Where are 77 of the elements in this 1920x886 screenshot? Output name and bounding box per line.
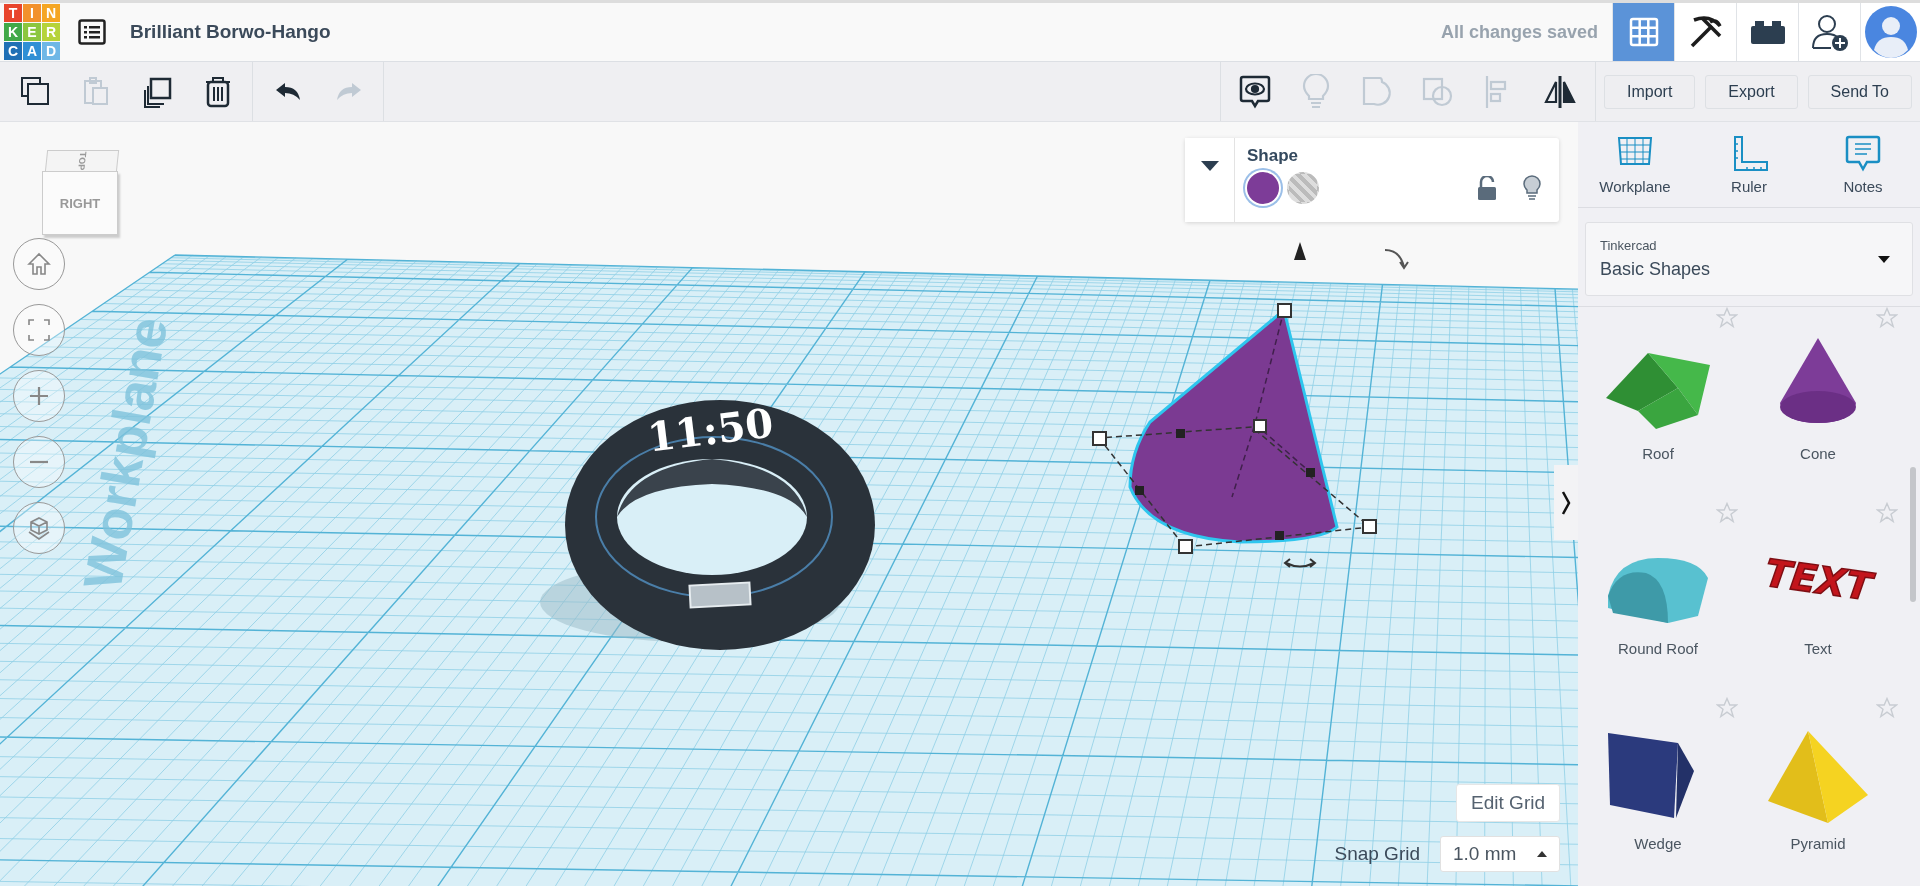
avatar-icon (1864, 6, 1917, 58)
zoom-in-button[interactable] (13, 370, 65, 422)
ring-model-drawing[interactable] (565, 400, 875, 650)
star-icon[interactable] (1716, 697, 1738, 719)
shape-label: Wedge (1634, 835, 1682, 852)
selected-cone-drawing[interactable] (1092, 303, 1377, 554)
pickaxe-button[interactable] (1674, 3, 1736, 61)
shape-label: Roof (1642, 445, 1674, 462)
hole-swatch[interactable] (1287, 172, 1319, 204)
grid-icon (1628, 17, 1659, 47)
shape-tile[interactable]: Pyramid (1738, 697, 1898, 886)
duplicate-icon (141, 75, 172, 108)
shape-tile[interactable]: Round Roof (1578, 502, 1738, 697)
fit-button[interactable] (13, 304, 65, 356)
ruler-tool-button[interactable]: Ruler (1699, 122, 1799, 207)
rotate-arrow-icon[interactable] (1284, 558, 1316, 568)
save-status: All changes saved (1440, 21, 1598, 43)
chevron-icon (1561, 489, 1571, 516)
color-swatch[interactable] (1247, 172, 1279, 204)
star-icon[interactable] (1876, 307, 1898, 329)
mirror-icon (1543, 73, 1578, 110)
fit-icon (26, 317, 52, 343)
logo[interactable]: T I N K E R C A D (4, 4, 60, 60)
rotate-arrow-icon[interactable] (1384, 249, 1409, 269)
star-icon[interactable] (1876, 697, 1898, 719)
cube-face-label: RIGHT (59, 195, 101, 211)
avatar-button[interactable] (1860, 3, 1920, 61)
list-icon[interactable] (78, 19, 106, 45)
shape-label: Round Roof (1617, 640, 1699, 657)
shape-tile[interactable]: Cone (1738, 307, 1898, 502)
panel-title: Shape (1247, 146, 1300, 166)
copy-icon (19, 75, 50, 108)
height-handle-icon[interactable] (1294, 242, 1306, 260)
caret-icon (1537, 851, 1547, 857)
notes-icon (1843, 134, 1883, 174)
add-user-button[interactable] (1798, 3, 1860, 61)
cube-face-label: TOP (76, 151, 88, 171)
home-button[interactable] (13, 238, 65, 290)
snap-grid-label: Snap Grid (1334, 843, 1420, 865)
shape-library-dropdown[interactable]: Tinkercad Basic Shapes (1585, 222, 1913, 296)
design-title[interactable]: Brilliant Borwo-Hango (130, 21, 331, 43)
star-icon[interactable] (1716, 307, 1738, 329)
grid-background[interactable] (0, 254, 1578, 886)
scrollbar[interactable] (1910, 467, 1916, 602)
collapse-button[interactable] (1185, 138, 1235, 222)
perspective-icon (26, 515, 52, 541)
snap-grid-dropdown[interactable]: 1.0 mm (1440, 836, 1560, 872)
shape-label: Text (1804, 640, 1832, 657)
text-shape-icon: TEXT (1758, 528, 1878, 628)
brick-icon (1748, 18, 1787, 46)
home-icon (26, 251, 52, 277)
bricks-button[interactable] (1736, 3, 1798, 61)
send-button[interactable]: Import (1604, 74, 1696, 109)
edit-grid-button[interactable]: Edit Grid (1456, 784, 1560, 822)
send-button[interactable]: Export (1705, 74, 1798, 109)
collapse-sidebar-button[interactable] (1554, 465, 1578, 540)
watch-face-text: 11:50 (644, 398, 776, 461)
shape-tile[interactable]: TEXT Text (1738, 502, 1898, 697)
add-user-icon (1810, 12, 1849, 52)
send-button[interactable]: Send To (1807, 74, 1912, 109)
shape-tile[interactable]: Roof (1578, 307, 1738, 502)
redo-arrow-icon (334, 80, 363, 103)
shape-label: Pyramid (1790, 835, 1846, 852)
shape-label: Cone (1800, 445, 1836, 462)
notes-tool-button[interactable]: Notes (1813, 122, 1913, 207)
workplane-tool-button[interactable]: Workplane (1585, 122, 1685, 207)
workplane-label: Workplane (71, 312, 179, 594)
notes-icon (1238, 73, 1273, 110)
caret-icon (1878, 256, 1890, 263)
lock-icon[interactable] (1477, 176, 1497, 200)
perspective-button[interactable] (13, 502, 65, 554)
workplane-canvas[interactable]: Workplane 11:50 TOP RIGHT Shape Edit Grid Snap Grid 1.0 mm (0, 122, 1578, 886)
star-icon[interactable] (1876, 502, 1898, 524)
star-icon[interactable] (1716, 502, 1738, 524)
bulb-icon[interactable] (1523, 175, 1541, 201)
caret-icon (1199, 160, 1220, 172)
shape-tile[interactable]: Wedge (1578, 697, 1738, 886)
